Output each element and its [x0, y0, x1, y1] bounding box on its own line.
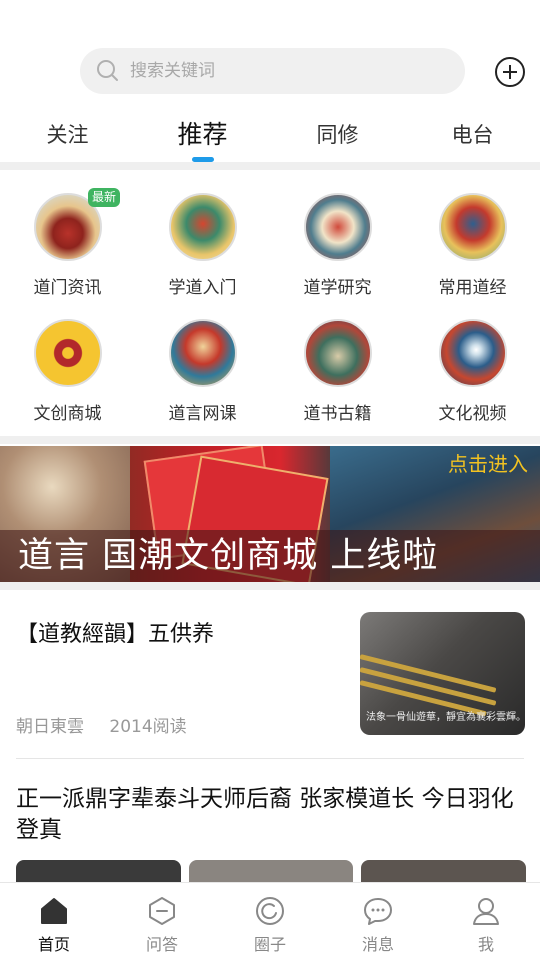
article-thumbnail: [188, 860, 354, 882]
article-title: 【道教經韻】五供养: [16, 622, 215, 647]
search-input[interactable]: [130, 61, 430, 81]
category-videos[interactable]: 文化视频: [405, 306, 540, 432]
promo-banner[interactable]: 点击进入 道言 国潮文创商城 上线啦: [0, 446, 540, 582]
nav-qa[interactable]: 问答: [108, 883, 216, 960]
tab-recommend[interactable]: 推荐: [135, 110, 270, 162]
tab-follow[interactable]: 关注: [0, 110, 135, 162]
category-label: 道学研究: [303, 278, 372, 298]
profile-icon: [473, 898, 499, 925]
banner-enter-link[interactable]: 点击进入: [448, 448, 528, 477]
category-label: 道书古籍: [303, 404, 372, 424]
category-news[interactable]: 最新 道门资讯: [0, 180, 135, 306]
nav-label: 首页: [37, 935, 70, 954]
nav-home[interactable]: 首页: [0, 883, 108, 960]
category-grid: 最新 道门资讯 学道入门 道学研究 常用道经 文创商城 道言网课 道书古籍 文化…: [0, 180, 540, 430]
crane-video-icon: [438, 319, 507, 387]
lecturer-deity-icon: [168, 319, 237, 387]
scholar-study-icon: [303, 193, 372, 261]
article-card[interactable]: 【道教經韻】五供养 朝日東雲 2014阅读 法象一骨仙遊華，靜宜為襄彩雲輝。: [0, 598, 540, 758]
search-row: [0, 48, 540, 94]
category-label: 文化视频: [438, 404, 507, 424]
message-icon: [364, 898, 392, 925]
category-label: 学道入门: [168, 278, 237, 298]
article-divider: [16, 758, 524, 759]
nav-messages[interactable]: 消息: [324, 883, 432, 960]
nav-profile[interactable]: 我: [432, 883, 540, 960]
category-shop[interactable]: 文创商城: [0, 306, 135, 432]
nav-circle[interactable]: 圈子: [216, 883, 324, 960]
coin-shop-icon: [33, 319, 102, 387]
article-thumbnail: [16, 860, 181, 882]
search-box[interactable]: [80, 48, 465, 94]
nav-label: 我: [477, 935, 494, 954]
qa-icon: [149, 897, 175, 925]
tab-radio[interactable]: 电台: [405, 110, 540, 162]
new-badge: 最新: [88, 188, 121, 207]
bottom-nav: 首页 问答 圈子 消息 我: [0, 882, 540, 960]
taoist-deity-icon: [168, 193, 237, 261]
tabs-divider: [0, 162, 540, 170]
article-reads: 2014阅读: [109, 717, 187, 737]
category-books[interactable]: 道书古籍: [270, 306, 405, 432]
article-meta: 朝日東雲 2014阅读: [16, 712, 187, 737]
category-beginner[interactable]: 学道入门: [135, 180, 270, 306]
home-icon: [41, 898, 67, 924]
article-thumbnail: [361, 860, 526, 882]
add-icon[interactable]: [495, 57, 525, 87]
category-scriptures[interactable]: 常用道经: [405, 180, 540, 306]
category-courses[interactable]: 道言网课: [135, 306, 270, 432]
search-icon: [97, 60, 118, 81]
article-author: 朝日東雲: [16, 717, 84, 737]
banner-caption: 道言 国潮文创商城 上线啦: [18, 536, 439, 576]
category-label: 道门资讯: [33, 278, 102, 298]
article-title[interactable]: 正一派鼎字辈泰斗天师后裔 张家模道长 今日羽化登真: [16, 784, 526, 846]
nav-label: 圈子: [253, 935, 286, 954]
nav-label: 消息: [361, 935, 394, 954]
category-research[interactable]: 道学研究: [270, 180, 405, 306]
tab-fellows[interactable]: 同修: [270, 110, 405, 162]
ancient-books-icon: [303, 319, 372, 387]
article-thumbnail: 法象一骨仙遊華，靜宜為襄彩雲輝。: [360, 612, 525, 735]
category-label: 文创商城: [33, 404, 102, 424]
top-tabs: 关注 推荐 同修 电台: [0, 110, 540, 162]
circle-icon: [256, 897, 284, 925]
nav-label: 问答: [145, 935, 178, 954]
category-label: 道言网课: [168, 404, 237, 424]
scripture-deity-icon: [438, 193, 507, 261]
article-thumbnails: [16, 860, 526, 882]
thumbnail-caption: 法象一骨仙遊華，靜宜為襄彩雲輝。: [366, 712, 525, 723]
grid-divider: [0, 436, 540, 444]
banner-divider: [0, 582, 540, 590]
category-label: 常用道经: [438, 278, 507, 298]
